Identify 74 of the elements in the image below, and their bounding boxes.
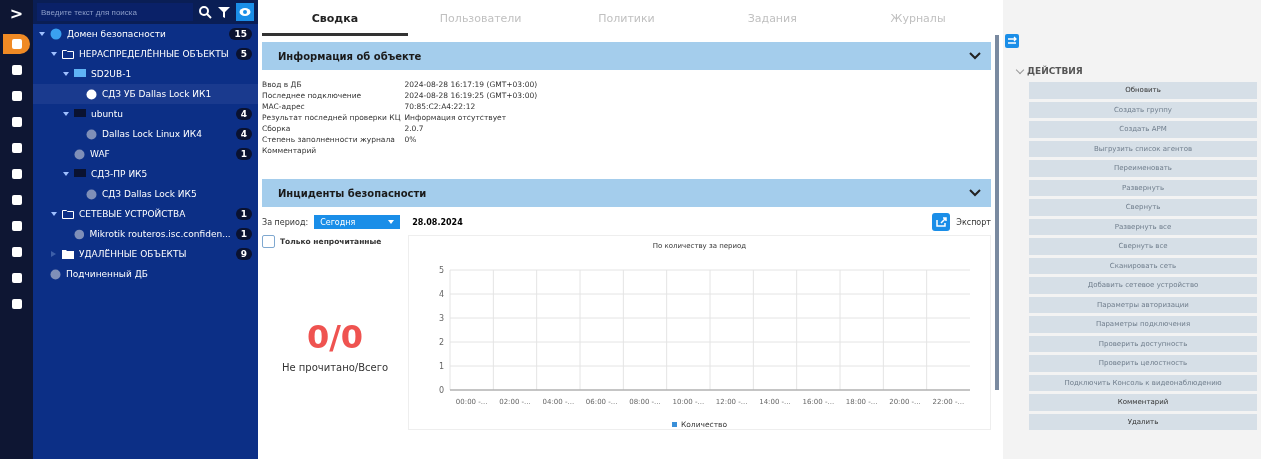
tree-item[interactable]: SD2UB-1 (33, 64, 258, 84)
search-icon[interactable] (198, 5, 212, 19)
nav-icon (10, 272, 23, 284)
nav-item[interactable] (3, 34, 30, 54)
axis-tick-label: 2 (438, 338, 444, 347)
tree-item[interactable]: Mikrotik routeros.isc.confiden... 1 (33, 224, 258, 244)
caret-icon[interactable] (63, 172, 69, 176)
tree-item[interactable]: Dallas Lock Linux ИК4 4 (33, 124, 258, 144)
eye-icon (239, 7, 251, 17)
tab[interactable]: Сводка (262, 0, 408, 36)
axis-tick-label: 4 (438, 290, 444, 299)
tree-item[interactable]: СЕТЕВЫЕ УСТРОЙСТВА 1 (33, 204, 258, 224)
tree-item[interactable]: Подчиненный ДБ (33, 264, 258, 284)
section-header[interactable]: Информация об объекте (262, 42, 991, 70)
folder-icon (62, 49, 74, 59)
section-header[interactable]: Инциденты безопасности (262, 179, 991, 207)
nav-icon (10, 168, 23, 180)
axis-tick-label: 1 (438, 362, 444, 371)
tree-item[interactable]: ubuntu 4 (33, 104, 258, 124)
tree-item[interactable]: СДЗ-ПР ИК5 (33, 164, 258, 184)
nav-icon (10, 142, 23, 154)
nav-icon (10, 90, 23, 102)
actions-header[interactable]: ДЕЙСТВИЯ (1017, 66, 1257, 76)
axis-tick-label: 3 (438, 314, 444, 323)
count-badge: 1 (235, 208, 252, 220)
nav-icon (10, 298, 23, 310)
monitor-icon (74, 169, 86, 179)
count-badge: 4 (235, 128, 252, 140)
section-title: Инциденты безопасности (278, 187, 427, 199)
chevron-icon[interactable] (969, 189, 981, 197)
counter-value: 0/0 (306, 318, 364, 356)
count-badge: 15 (229, 28, 252, 40)
tree-item[interactable]: НЕРАСПРЕДЕЛЁННЫЕ ОБЪЕКТЫ 5 (33, 44, 258, 64)
axis-tick-label: 0 (438, 386, 444, 395)
globe-icon (50, 28, 62, 40)
section-title: Информация об объекте (278, 50, 422, 62)
counter-caption: Не прочитано/Всего (281, 362, 389, 373)
caret-icon[interactable] (63, 72, 69, 76)
tree-item[interactable]: WAF 1 (33, 144, 258, 164)
search-field[interactable]: Введите текст для поиска (37, 3, 193, 21)
axis-tick-label: 5 (438, 266, 444, 275)
monitor-icon (74, 109, 86, 119)
count-badge: 5 (235, 48, 252, 60)
caret-icon[interactable] (39, 32, 45, 36)
nav-icon (10, 116, 23, 128)
count-badge: 4 (235, 108, 252, 120)
tree-item[interactable]: СДЗ УБ Dallas Lock ИК1 (33, 84, 258, 104)
export-icon[interactable] (932, 213, 951, 231)
tree-item[interactable]: УДАЛЁННЫЕ ОБЪЕКТЫ 9 (33, 244, 258, 264)
nav-icon (10, 220, 23, 232)
chevron-icon[interactable] (969, 52, 981, 60)
nav-icon (10, 194, 23, 206)
tree-item[interactable]: Домен безопасности 15 (33, 24, 258, 44)
scrollbar[interactable] (995, 35, 999, 390)
caret-icon[interactable] (51, 52, 57, 56)
period-label: За период: (262, 217, 309, 227)
export-link[interactable]: Экспорт (956, 217, 991, 227)
folder-icon (62, 209, 74, 219)
monitor-icon (74, 69, 86, 79)
caret-icon[interactable] (63, 112, 69, 116)
collapse-panel-icon[interactable] (1005, 34, 1019, 48)
count-badge: 9 (235, 248, 252, 260)
nav-icon (10, 64, 23, 76)
eye-button[interactable] (236, 3, 254, 21)
nav-icon (10, 246, 23, 258)
count-badge: 1 (235, 148, 252, 160)
tree-item[interactable]: СДЗ Dallas Lock ИК5 (33, 184, 258, 204)
date-text: 28.08.2024 (412, 217, 463, 227)
caret-icon[interactable] (51, 212, 57, 216)
filter-icon[interactable] (217, 5, 231, 19)
folder-icon (62, 249, 74, 259)
count-badge: 1 (235, 228, 252, 240)
nav-icon (10, 38, 23, 50)
expand-toggle[interactable]: > (9, 4, 24, 28)
